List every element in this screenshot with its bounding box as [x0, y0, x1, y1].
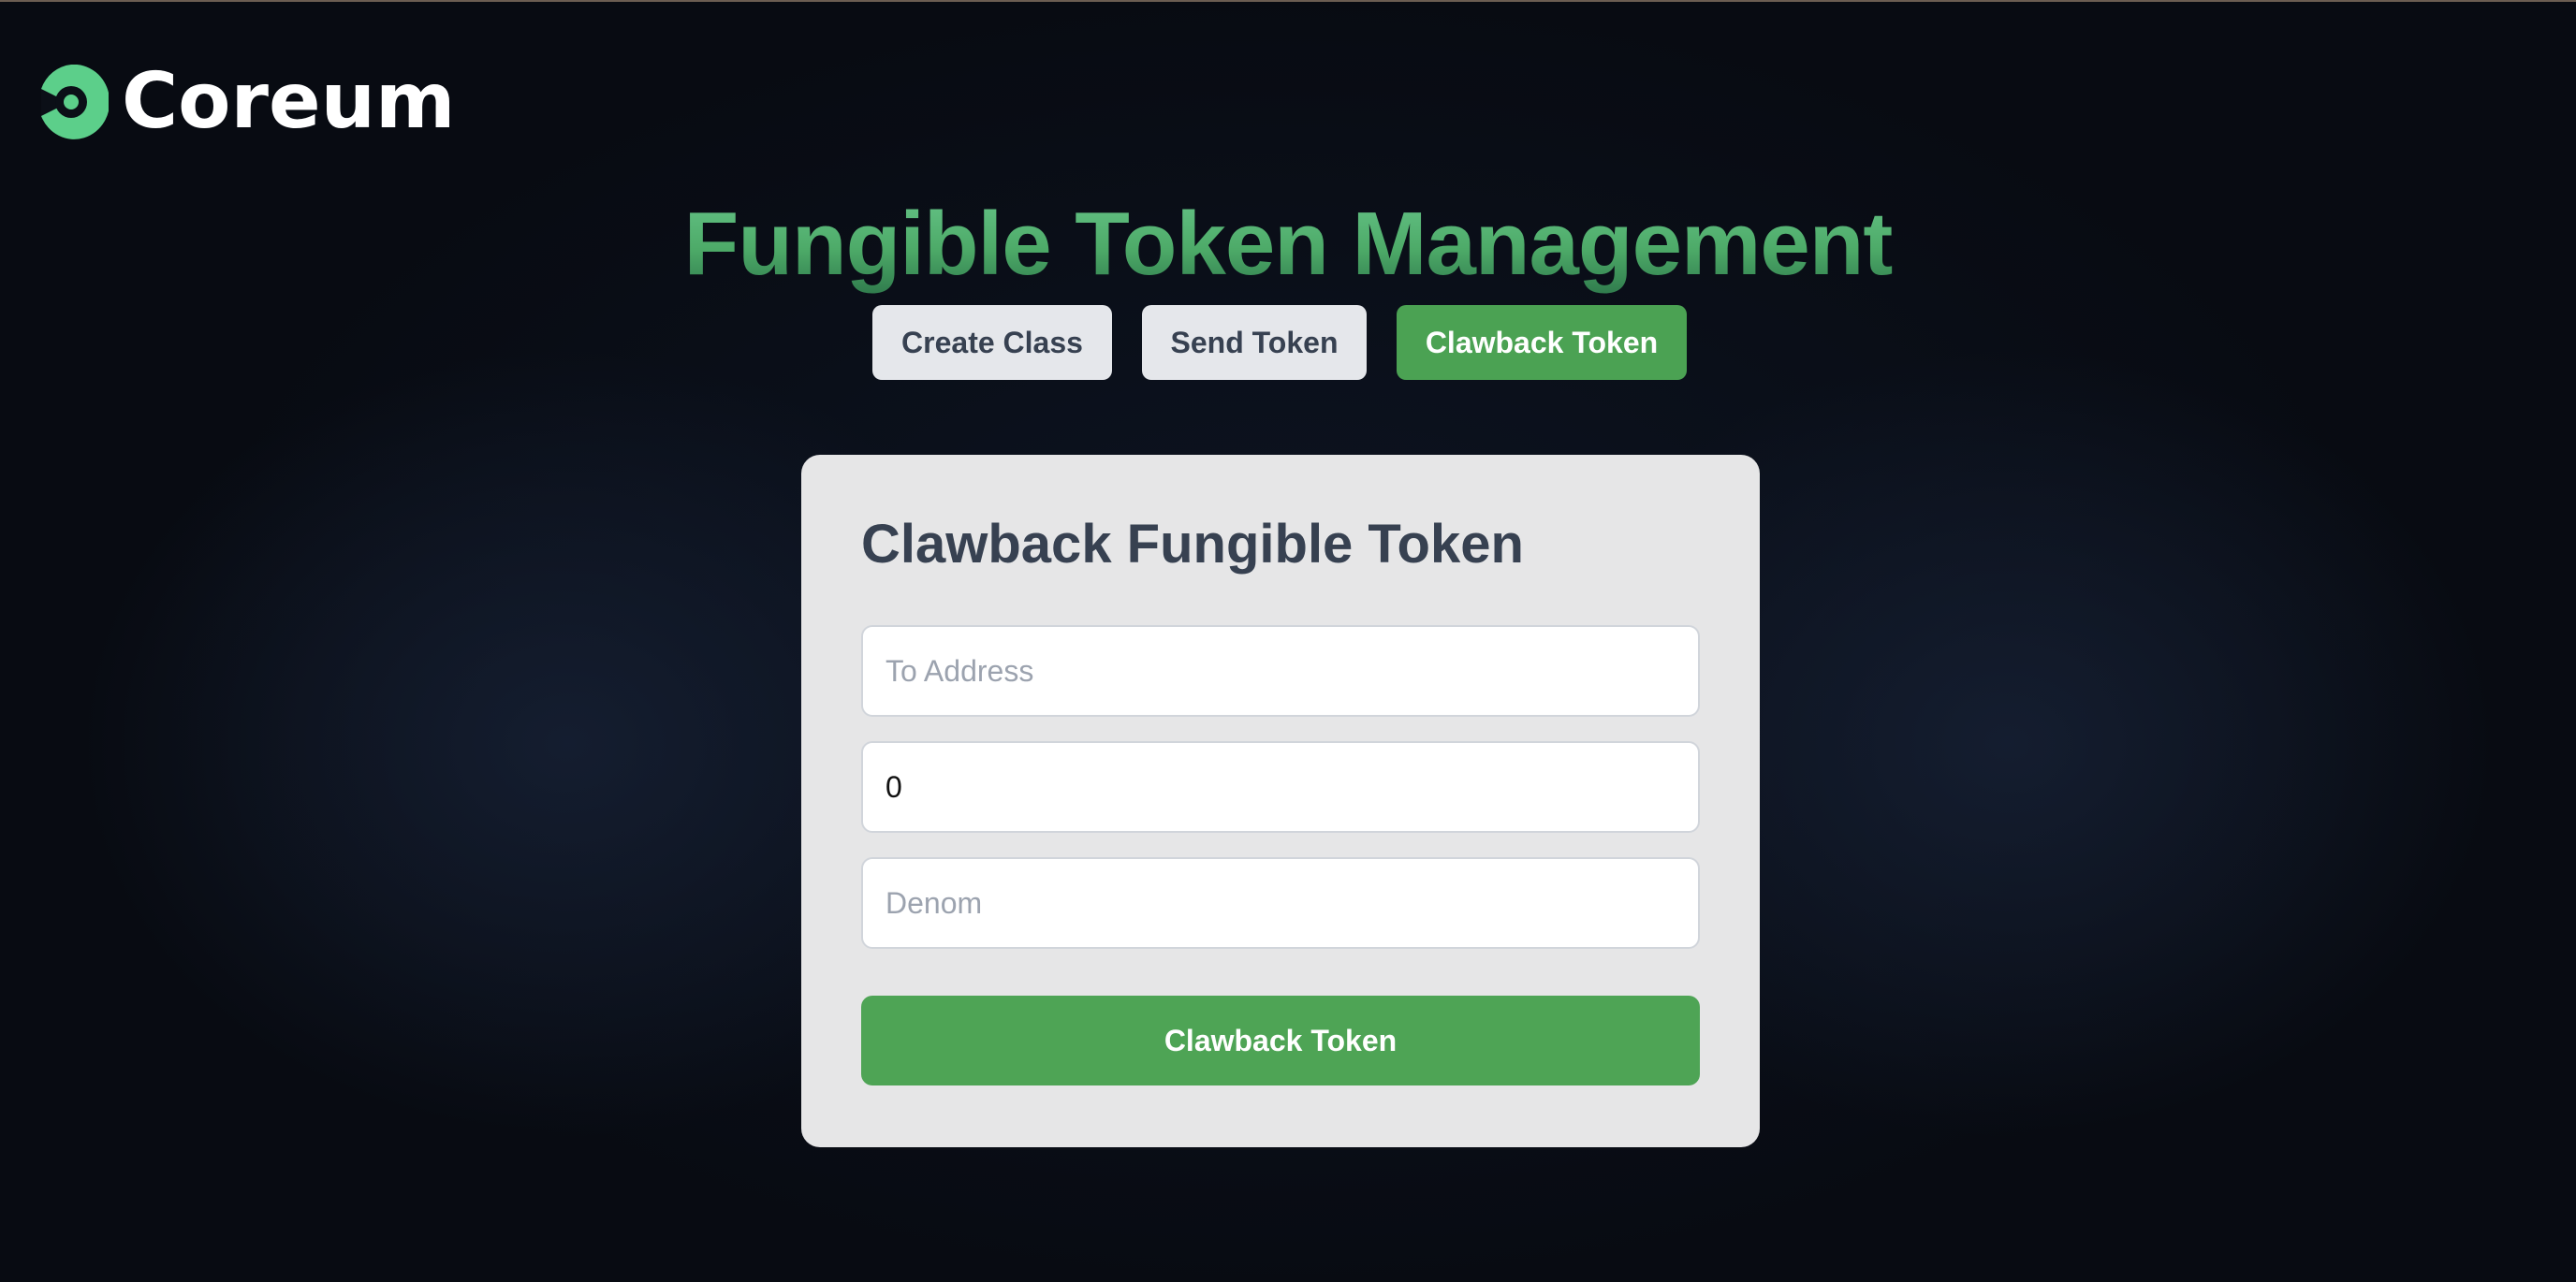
brand-name: Coreum [122, 57, 456, 146]
coreum-logo-icon [41, 65, 109, 139]
tab-bar: Create Class Send Token Clawback Token [872, 305, 1687, 380]
to-address-input[interactable] [861, 625, 1700, 717]
denom-input[interactable] [861, 857, 1700, 949]
tab-send-token[interactable]: Send Token [1142, 305, 1367, 380]
window-top-border [0, 0, 2576, 2]
amount-input[interactable] [861, 741, 1700, 833]
page-title: Fungible Token Management [0, 193, 2576, 296]
clawback-form-card: Clawback Fungible Token Clawback Token [801, 455, 1760, 1147]
tab-create-class[interactable]: Create Class [872, 305, 1112, 380]
form-title: Clawback Fungible Token [861, 514, 1524, 575]
brand-logo[interactable]: Coreum [41, 64, 455, 140]
clawback-submit-button[interactable]: Clawback Token [861, 996, 1700, 1085]
tab-clawback-token[interactable]: Clawback Token [1397, 305, 1687, 380]
